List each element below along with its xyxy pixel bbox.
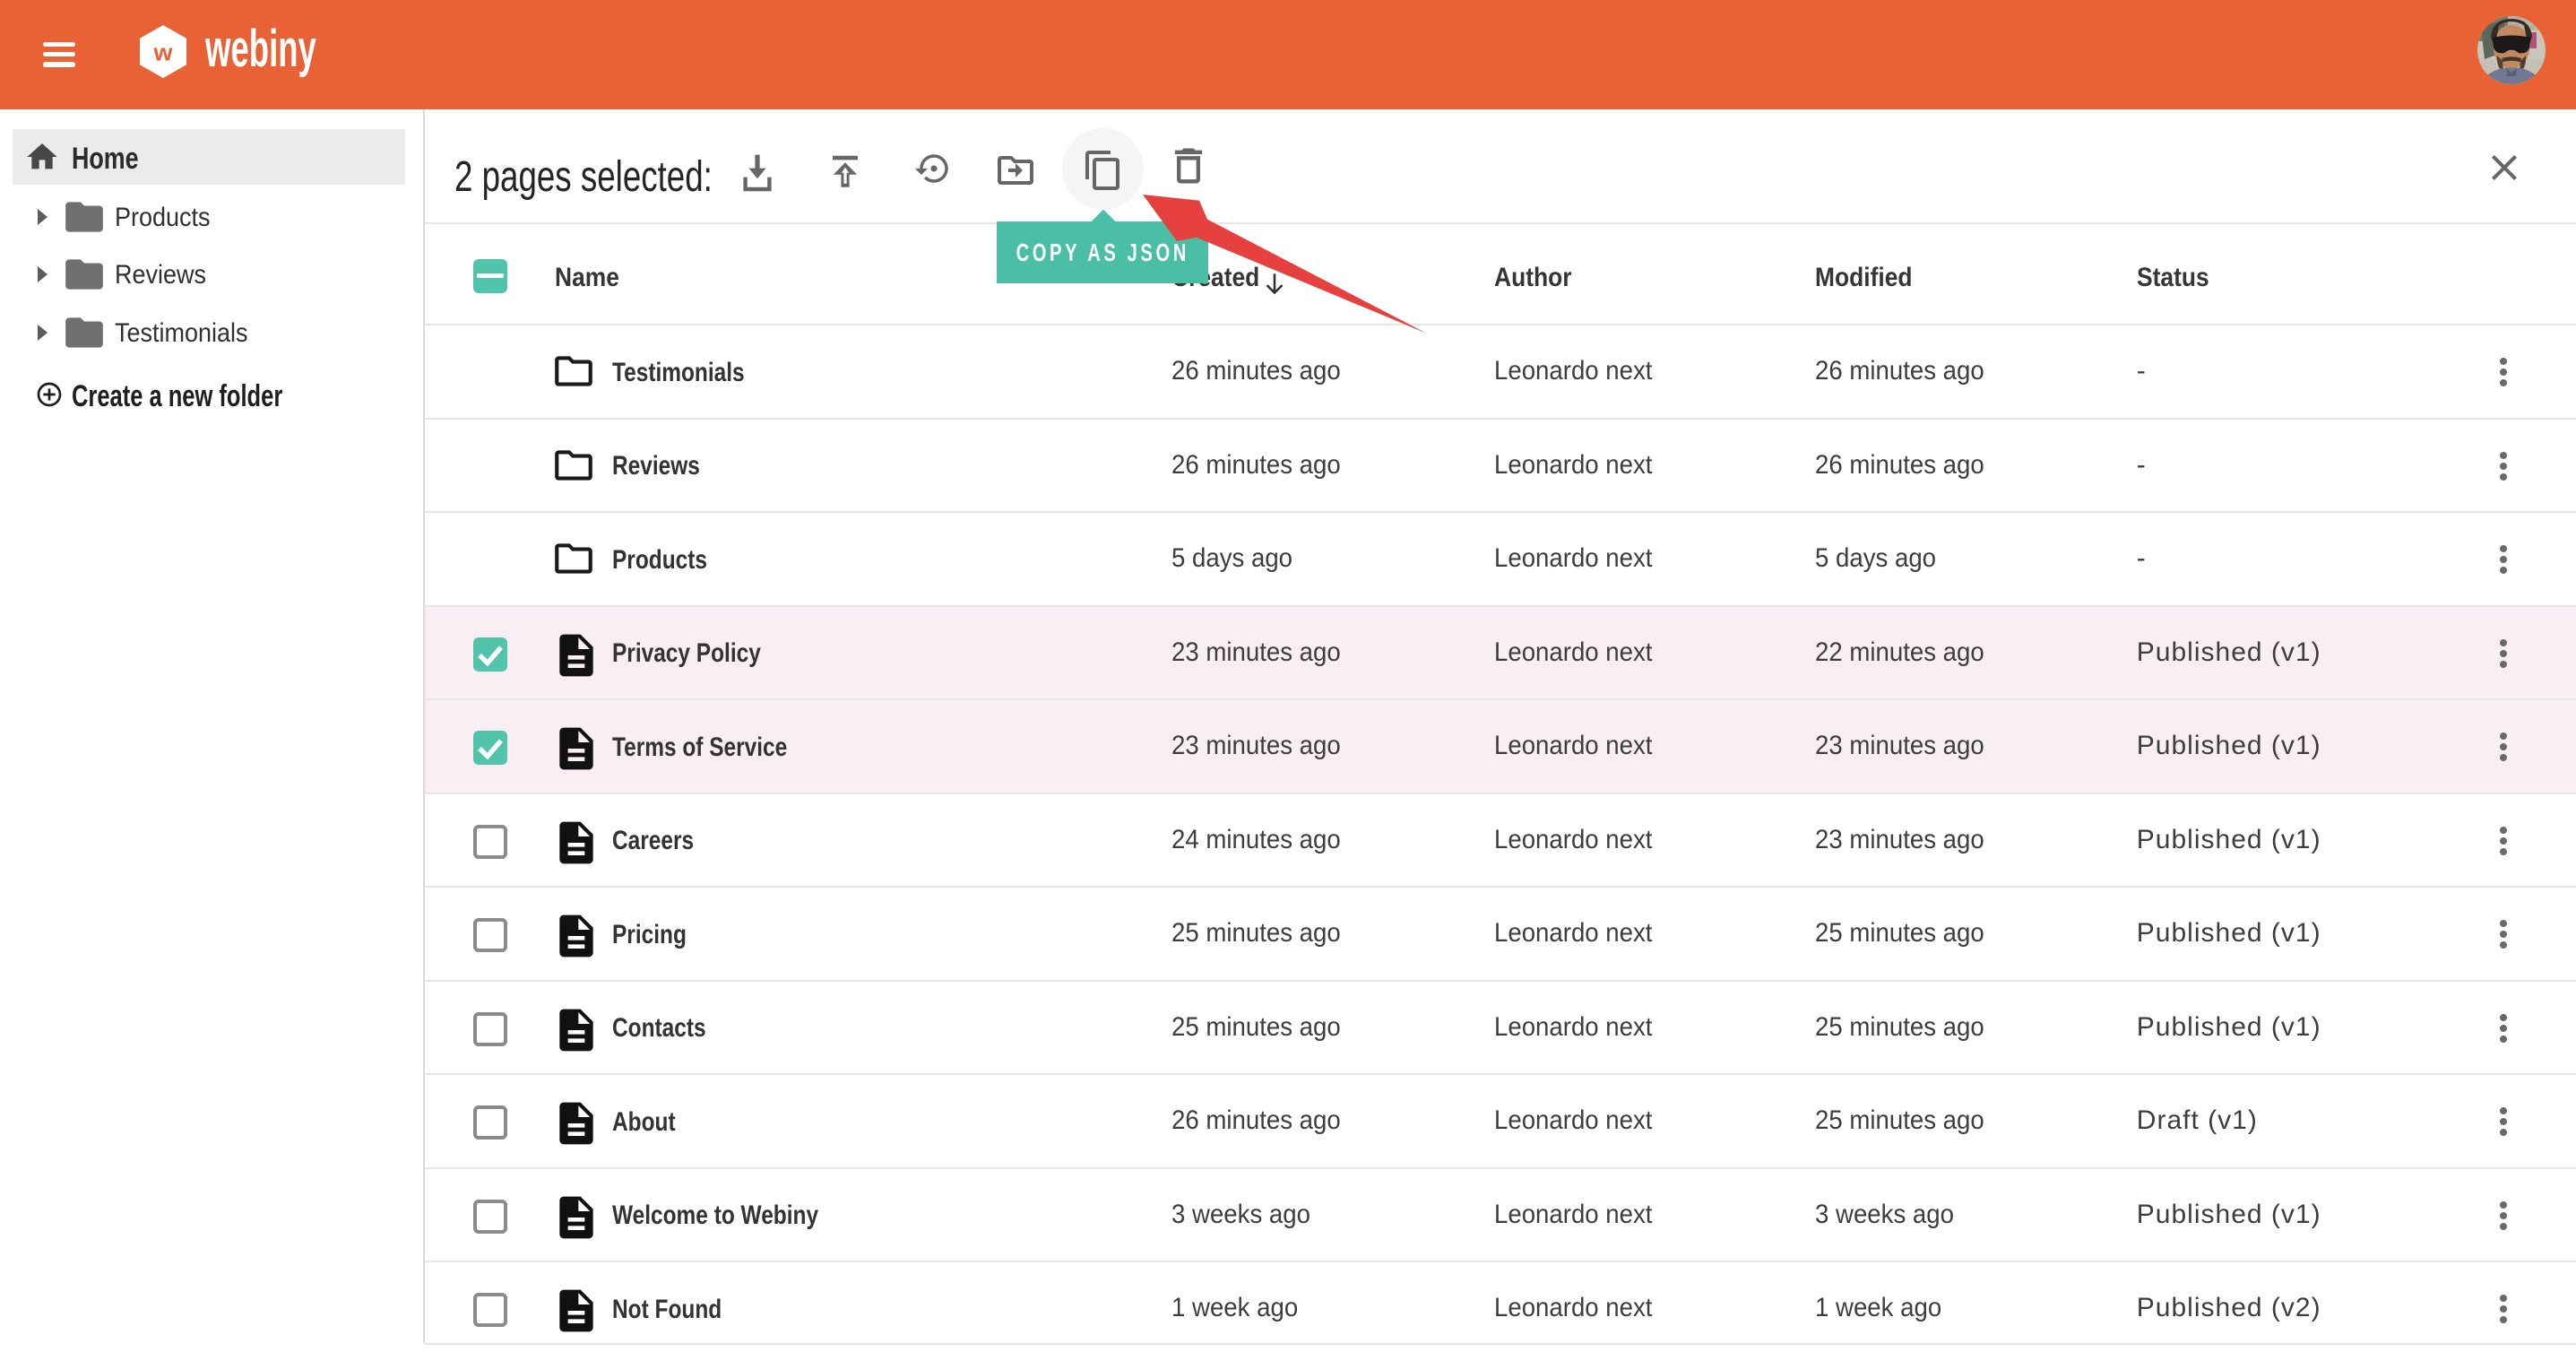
svg-text:w: w (152, 39, 173, 66)
